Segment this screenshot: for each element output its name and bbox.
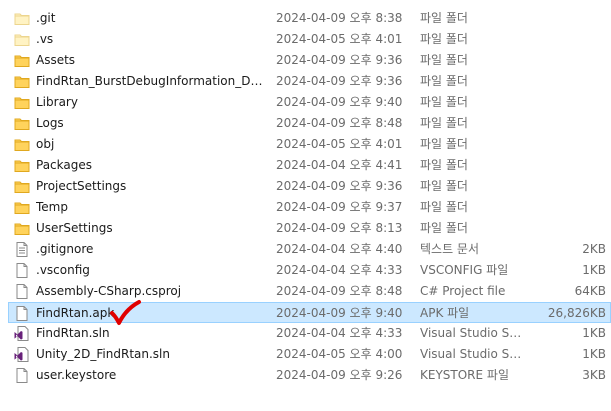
file-modified-date: 2024-04-05 오후 4:01: [276, 32, 403, 46]
file-type: C# Project file: [420, 284, 506, 298]
file-modified-date: 2024-04-04 오후 4:40: [276, 242, 403, 256]
file-name: ProjectSettings: [36, 179, 127, 193]
file-modified-date: 2024-04-09 오후 9:40: [276, 95, 403, 109]
file-name: .gitignore: [36, 242, 94, 256]
folder-hidden-icon: [14, 11, 30, 26]
file-type: 파일 폴더: [420, 200, 468, 214]
folder-icon: [14, 179, 30, 194]
file-row[interactable]: .vsconfig 2024-04-04 오후 4:33 VSCONFIG 파일 1K…: [0, 260, 611, 281]
file-type: 파일 폴더: [420, 95, 468, 109]
file-icon: [14, 263, 30, 278]
file-type: APK 파일: [420, 306, 470, 320]
folder-icon: [14, 95, 30, 110]
file-name: obj: [36, 137, 55, 151]
file-type: 파일 폴더: [420, 53, 468, 67]
folder-icon: [14, 221, 30, 236]
file-row[interactable]: Assembly-CSharp.csproj 2024-04-09 오후 8:48…: [0, 281, 611, 302]
file-size: 1KB: [582, 326, 606, 340]
file-size: 1KB: [582, 347, 606, 361]
file-modified-date: 2024-04-09 오후 9:26: [276, 368, 403, 382]
file-modified-date: 2024-04-09 오후 8:48: [276, 284, 403, 298]
file-row[interactable]: .git 2024-04-09 오후 8:38 파일 폴더: [0, 8, 611, 29]
file-icon: [14, 368, 30, 383]
file-modified-date: 2024-04-09 오후 8:13: [276, 221, 403, 235]
file-row[interactable]: FindRtan_BurstDebugInformation_DoNo... 20…: [0, 71, 611, 92]
file-row[interactable]: user.keystore 2024-04-09 오후 9:26 KEYSTORE …: [0, 365, 611, 386]
file-name: UserSettings: [36, 221, 113, 235]
file-size: 3KB: [582, 368, 606, 382]
file-modified-date: 2024-04-09 오후 9:36: [276, 53, 403, 67]
file-name: Packages: [36, 158, 92, 172]
file-type: KEYSTORE 파일: [420, 368, 509, 382]
file-name: Unity_2D_FindRtan.sln: [36, 347, 170, 361]
file-row[interactable]: Temp 2024-04-09 오후 9:37 파일 폴더: [0, 197, 611, 218]
file-row[interactable]: Packages 2024-04-04 오후 4:41 파일 폴더: [0, 155, 611, 176]
file-modified-date: 2024-04-04 오후 4:41: [276, 158, 403, 172]
file-list: .git 2024-04-09 오후 8:38 파일 폴더 .vs 2024-04-05…: [0, 8, 611, 386]
file-name: .git: [36, 11, 56, 25]
folder-hidden-icon: [14, 32, 30, 47]
visual-studio-solution-icon: [14, 326, 30, 341]
file-row[interactable]: Logs 2024-04-09 오후 8:48 파일 폴더: [0, 113, 611, 134]
file-row[interactable]: Unity_2D_FindRtan.sln 2024-04-05 오후 4:00 V…: [0, 344, 611, 365]
file-row[interactable]: Assets 2024-04-09 오후 9:36 파일 폴더: [0, 50, 611, 71]
file-row[interactable]: FindRtan.sln 2024-04-04 오후 4:33 Visual Stu…: [0, 323, 611, 344]
file-type: 파일 폴더: [420, 179, 468, 193]
file-name: Logs: [36, 116, 64, 130]
file-type: 파일 폴더: [420, 221, 468, 235]
file-name: Library: [36, 95, 78, 109]
red-checkmark-annotation: [110, 300, 141, 325]
file-row[interactable]: UserSettings 2024-04-09 오후 8:13 파일 폴더: [0, 218, 611, 239]
file-modified-date: 2024-04-04 오후 4:33: [276, 263, 403, 277]
file-type: Visual Studio Sol...: [420, 326, 524, 340]
file-row[interactable]: .gitignore 2024-04-04 오후 4:40 텍스트 문서 2KB: [0, 239, 611, 260]
file-name: FindRtan.sln: [36, 326, 110, 340]
file-modified-date: 2024-04-09 오후 8:38: [276, 11, 403, 25]
file-size: 64KB: [574, 284, 606, 298]
file-icon: [14, 306, 30, 321]
file-type: 파일 폴더: [420, 137, 468, 151]
file-name: Assets: [36, 53, 76, 67]
file-type: 파일 폴더: [420, 116, 468, 130]
file-name: .vsconfig: [36, 263, 90, 277]
file-type: 텍스트 문서: [420, 242, 480, 256]
visual-studio-solution-icon: [14, 347, 30, 362]
file-type: VSCONFIG 파일: [420, 263, 509, 277]
folder-icon: [14, 74, 30, 89]
file-modified-date: 2024-04-09 오후 9:37: [276, 200, 403, 214]
file-row[interactable]: .vs 2024-04-05 오후 4:01 파일 폴더: [0, 29, 611, 50]
folder-icon: [14, 200, 30, 215]
file-modified-date: 2024-04-09 오후 8:48: [276, 116, 403, 130]
file-name: FindRtan_BurstDebugInformation_DoNo...: [36, 74, 266, 88]
file-modified-date: 2024-04-09 오후 9:40: [276, 306, 403, 320]
folder-icon: [14, 137, 30, 152]
file-type: Visual Studio Sol...: [420, 347, 524, 361]
file-row[interactable]: ProjectSettings 2024-04-09 오후 9:36 파일 폴더: [0, 176, 611, 197]
file-size: 2KB: [582, 242, 606, 256]
folder-icon: [14, 53, 30, 68]
file-modified-date: 2024-04-04 오후 4:33: [276, 326, 403, 340]
file-modified-date: 2024-04-09 오후 9:36: [276, 74, 403, 88]
file-modified-date: 2024-04-05 오후 4:00: [276, 347, 403, 361]
folder-icon: [14, 158, 30, 173]
file-name: .vs: [36, 32, 54, 46]
file-type: 파일 폴더: [420, 74, 468, 88]
file-row[interactable]: obj 2024-04-05 오후 4:01 파일 폴더: [0, 134, 611, 155]
file-size: 26,826KB: [547, 306, 606, 320]
file-type: 파일 폴더: [420, 158, 468, 172]
file-name: FindRtan.apk: [36, 306, 115, 320]
file-modified-date: 2024-04-09 오후 9:36: [276, 179, 403, 193]
file-type: 파일 폴더: [420, 32, 468, 46]
file-name: Temp: [36, 200, 68, 214]
file-row-selected[interactable]: FindRtan.apk 2024-04-09 오후 9:40 APK 파일 26,8…: [8, 302, 611, 323]
text-file-icon: [14, 242, 30, 257]
file-name: user.keystore: [36, 368, 117, 382]
folder-icon: [14, 116, 30, 131]
file-icon: [14, 284, 30, 299]
file-modified-date: 2024-04-05 오후 4:01: [276, 137, 403, 151]
file-type: 파일 폴더: [420, 11, 468, 25]
file-name: Assembly-CSharp.csproj: [36, 284, 182, 298]
file-size: 1KB: [582, 263, 606, 277]
file-row[interactable]: Library 2024-04-09 오후 9:40 파일 폴더: [0, 92, 611, 113]
